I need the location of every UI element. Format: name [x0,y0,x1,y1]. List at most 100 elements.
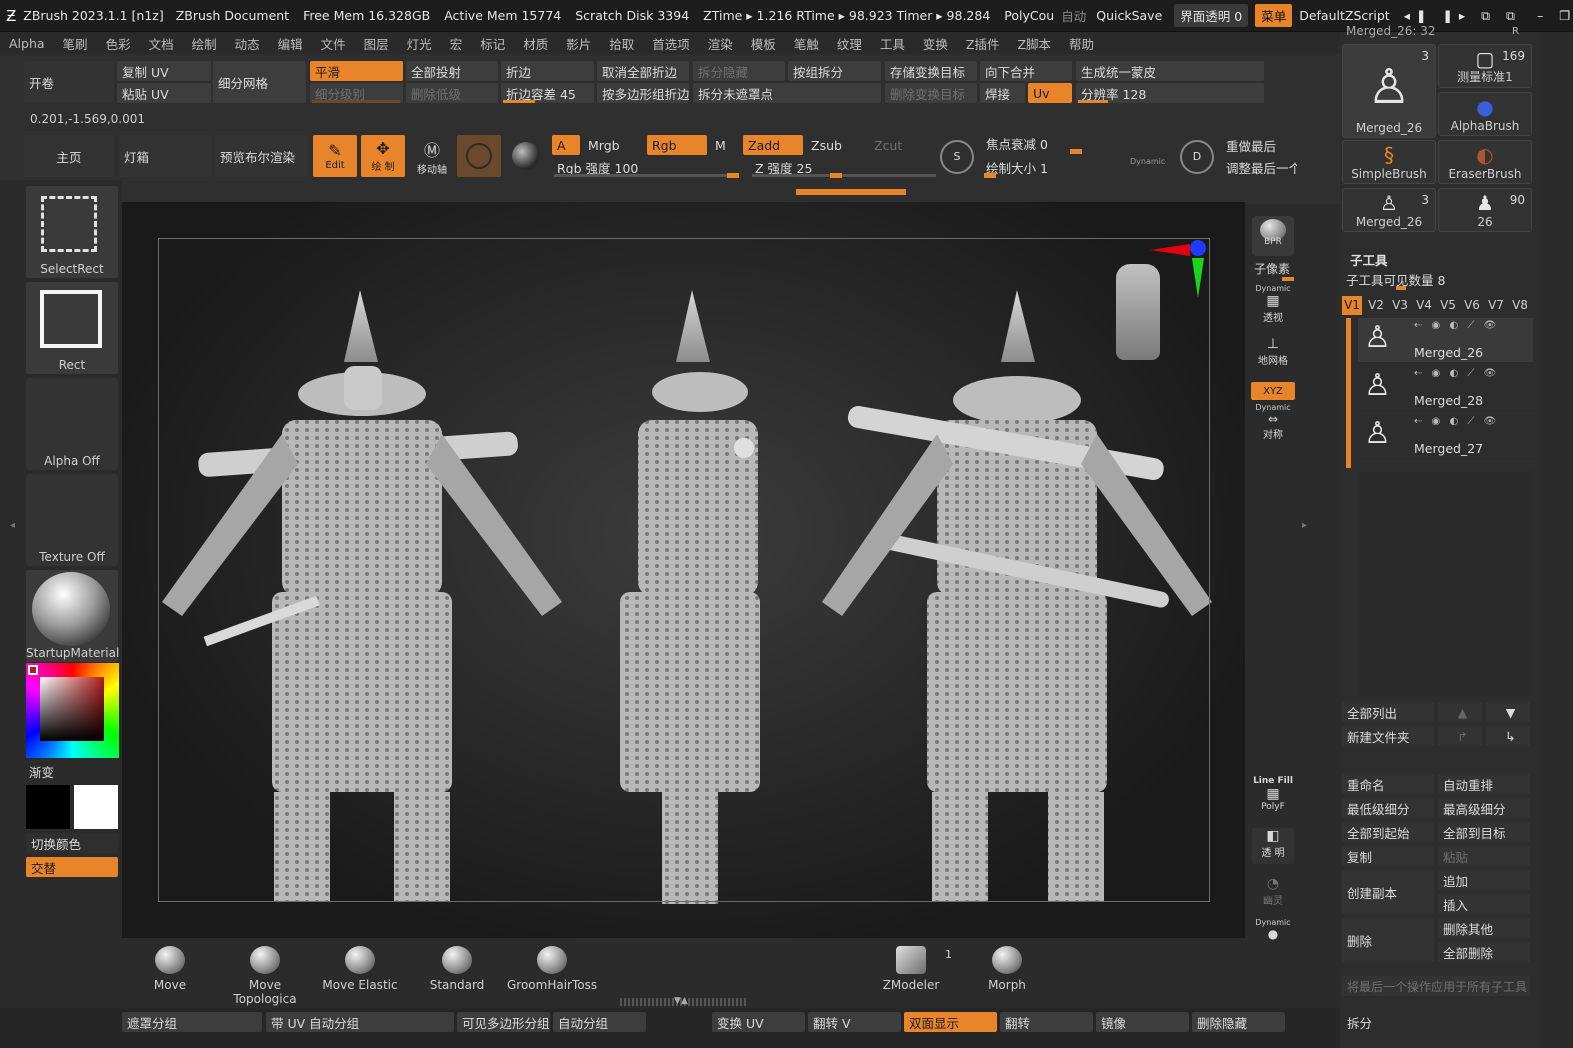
preview-boolean-render-button[interactable]: 预览布尔渲染 [215,135,308,177]
roll-button[interactable]: 开卷 [24,61,114,103]
zcut-toggle[interactable]: Zcut [869,135,929,155]
menu-item[interactable]: 首选项 [643,34,699,53]
delete-other-button[interactable]: 删除其他 [1438,918,1530,938]
append-button[interactable]: 追加 [1438,870,1530,890]
switch-color-button[interactable]: 切换颜色 [26,833,118,853]
folder-arrow-button[interactable]: ↱ [1438,726,1482,746]
autogroups-button[interactable]: 自动分组 [553,1012,646,1032]
menu-item[interactable]: 影片 [557,34,600,53]
subtool-version-tab[interactable]: V5 [1438,296,1458,315]
all-to-start-button[interactable]: 全部到起始 [1342,822,1434,842]
menu-item[interactable]: 变换 [914,34,957,53]
auto-label[interactable]: 自动 [1061,6,1086,25]
double-sided-toggle[interactable]: 双面显示 [904,1012,997,1032]
subtool-version-tab[interactable]: V7 [1486,296,1506,315]
menu-item[interactable]: Z脚本 [1008,34,1060,53]
crease-button[interactable]: 折边 [501,61,594,81]
insert-button[interactable]: 插入 [1438,894,1530,914]
gradient-label[interactable]: 渐变 [29,762,54,781]
flip-button[interactable]: 翻转 [1000,1012,1093,1032]
list-all-button[interactable]: 全部列出 [1342,702,1434,722]
menu-item[interactable]: 渲染 [699,34,742,53]
menu-item[interactable]: Alpha [0,36,54,51]
subtool-version-tab[interactable]: V8 [1510,296,1530,315]
subtool-row[interactable]: ♙ ⇠ ◉ ◐ ⟋ 👁 Merged_28 [1358,366,1533,411]
tool-item[interactable]: ▢ 测量标准1 169 [1438,44,1532,88]
z-intensity-knob[interactable] [830,173,842,178]
rgb-toggle[interactable]: Rgb [647,135,707,155]
delete-all-button[interactable]: 全部删除 [1438,942,1530,962]
restore-icon[interactable]: ❐ [1559,8,1570,23]
color-sphere-icon[interactable] [512,142,540,170]
subtool-version-tab[interactable]: V2 [1366,296,1386,315]
brush-slot[interactable]: GroomHairToss [507,944,597,998]
new-folder-button[interactable]: 新建文件夹 [1342,726,1434,746]
store-morph-button[interactable]: 存储变换目标 [885,61,977,81]
bpr-button[interactable]: BPR [1252,216,1294,256]
persp-button[interactable]: Dynamic ▦ 透视 [1252,284,1294,326]
zadd-toggle[interactable]: Zadd [743,135,803,155]
subtool-row-icons[interactable]: ⇠ ◉ ◐ ⟋ 👁 [1414,416,1499,427]
subpixel-bar[interactable] [1282,277,1294,281]
menu-toggle-button[interactable]: 菜单 [1255,4,1293,27]
edit-mode-button[interactable]: ✎ Edit [313,135,357,177]
smooth-toggle[interactable]: 平滑 [310,61,403,81]
subtool-version-tab[interactable]: V6 [1462,296,1482,315]
menu-item[interactable]: 帮助 [1060,34,1103,53]
quicksave-button[interactable]: QuickSave [1096,8,1162,23]
bottom-shelf-arrows-icon[interactable]: ▼▲ [674,996,688,1006]
zsub-toggle[interactable]: Zsub [806,135,866,155]
delete-morph-button[interactable]: 删除变换目标 [885,83,977,103]
subtool-row-icons[interactable]: ⇠ ◉ ◐ ⟋ 👁 [1414,368,1499,379]
unified-skin-button[interactable]: 生成统一蒙皮 [1076,61,1264,81]
ghost-button[interactable]: ◔ 幽灵 [1252,876,1294,912]
brush-slot[interactable]: Morph [962,944,1052,998]
rgb-intensity-knob[interactable] [727,173,739,178]
groups-split-button[interactable]: 按组拆分 [788,61,881,81]
visible-polygroups-button[interactable]: 可见多边形分组 [457,1012,550,1032]
move-up-button[interactable]: ▲ [1438,702,1482,722]
rename-button[interactable]: 重命名 [1342,774,1434,794]
mirror-button[interactable]: 镜像 [1096,1012,1189,1032]
menu-item[interactable]: 纹理 [828,34,871,53]
draw-size-knob[interactable] [984,173,996,178]
linefill-button[interactable]: Line Fill ▦ PolyF [1252,776,1294,816]
default-zscript-button[interactable]: DefaultZScript [1299,8,1390,23]
transform-uv-button[interactable]: 变换 UV [712,1012,805,1032]
minimize-icon[interactable]: – [1537,8,1543,23]
delete-button[interactable]: 删除 [1342,918,1434,962]
alpha-off-tile[interactable]: Alpha Off [26,378,118,470]
delete-lower-button[interactable]: 删除低级 [406,83,498,103]
focal-shift-knob[interactable] [1070,149,1082,154]
subpixel-label[interactable]: 子像素 [1254,260,1290,277]
menu-item[interactable]: 文档 [140,34,183,53]
brush-slot[interactable]: ZModeler 1 [866,944,956,998]
menu-item[interactable]: 宏 [441,34,472,53]
auto-reorder-button[interactable]: 自动重排 [1438,774,1530,794]
lightbox-button[interactable]: 灯箱 [119,135,212,177]
axis-gizmo-icon[interactable] [1150,238,1210,298]
r-button[interactable]: R [1512,26,1519,37]
menu-item[interactable]: 图层 [355,34,398,53]
merge-down-button[interactable]: 向下合并 [980,61,1072,81]
subtool-version-tab[interactable]: V4 [1414,296,1434,315]
mrgb-toggle[interactable]: Mrgb [583,135,643,155]
brush-slot[interactable]: Move Topologica [220,944,310,1006]
menu-item[interactable]: 标记 [471,34,514,53]
move-gizmo-button[interactable]: Ⓜ 移动轴 [410,135,454,177]
dynamic-size-icon[interactable]: D [1180,140,1214,174]
color-picker-square[interactable] [40,677,104,741]
split-hidden-button[interactable]: 拆分隐藏 [693,61,785,81]
material-sphere-button[interactable] [457,135,501,177]
uncrease-all-button[interactable]: 取消全部折边 [597,61,689,81]
home-button[interactable]: 主页 [24,135,114,177]
tool-header-item[interactable]: Merged_26: 32 [1346,24,1435,38]
redo-last-button[interactable]: 重做最后 [1221,135,1297,155]
subtool-list-scroll[interactable] [1358,470,1532,696]
highest-subdiv-button[interactable]: 最高级细分 [1438,798,1530,818]
floor-button[interactable]: ⊥ 地网格 [1252,336,1294,372]
menu-item[interactable]: 模板 [742,34,785,53]
right-collapse-arrow-icon[interactable]: ▸ [1302,520,1307,531]
draw-mode-button[interactable]: ✥ 绘 制 [361,135,405,177]
delete-hidden-button[interactable]: 删除隐藏 [1192,1012,1285,1032]
